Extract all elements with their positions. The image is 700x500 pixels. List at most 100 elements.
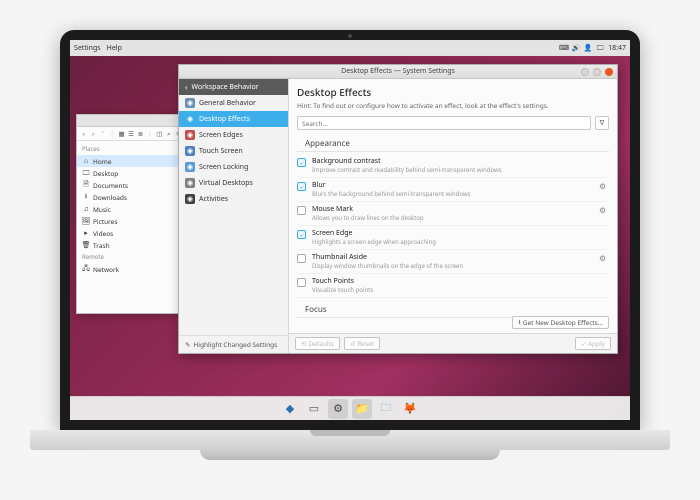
effect-description: Allows you to draw lines on the desktop — [312, 214, 593, 222]
effect-configure-icon[interactable]: ⚙ — [599, 181, 609, 192]
highlight-changed-toggle[interactable]: ✎ Highlight Changed Settings — [179, 335, 288, 353]
places-item-label: Music — [93, 205, 111, 214]
network-icon: 🖧 — [82, 265, 90, 273]
menu-settings[interactable]: Settings — [74, 44, 101, 53]
documents-icon: 🗎 — [82, 181, 90, 189]
download-icon: ⭳ — [518, 317, 520, 329]
settings-category[interactable]: ◉Activities — [179, 191, 288, 207]
effect-row: ✓BlurBlurs the background behind semi-tr… — [297, 178, 609, 202]
file-manager-titlebar[interactable] — [77, 115, 185, 127]
section-header: Focus — [297, 298, 609, 318]
reset-button[interactable]: ↺Reset — [344, 337, 380, 350]
file-manager-toolbar: ‹ › ˄ | ▦ ☰ ≣ | ◫ ⌕ ≡ — [77, 127, 185, 141]
user-icon[interactable]: 👤 — [584, 44, 592, 52]
effect-name: Blur — [312, 181, 593, 190]
search-input[interactable] — [297, 116, 591, 130]
compact-view-icon[interactable]: ☰ — [127, 129, 134, 138]
places-item-label: Documents — [93, 181, 128, 190]
category-label: Touch Screen — [199, 147, 243, 156]
icons-view-icon[interactable]: ▦ — [118, 129, 125, 138]
places-group-label: Places — [77, 143, 185, 155]
minimize-button[interactable] — [581, 68, 589, 76]
split-icon[interactable]: ◫ — [156, 129, 163, 138]
category-icon: ◉ — [185, 114, 195, 124]
settings-category[interactable]: ◉Screen Edges — [179, 127, 288, 143]
settings-titlebar[interactable]: Desktop Effects — System Settings — [179, 65, 617, 79]
places-item[interactable]: ⭳Downloads — [77, 191, 185, 203]
places-item[interactable]: 🗎Documents — [77, 179, 185, 191]
system-settings-window[interactable]: Desktop Effects — System Settings ‹ Work… — [178, 64, 618, 354]
category-label: Virtual Desktops — [199, 179, 253, 188]
places-item[interactable]: ♫Music — [77, 203, 185, 215]
places-item[interactable]: 🖧Network — [77, 263, 185, 275]
taskbar-firefox[interactable]: 🦊 — [400, 399, 420, 419]
app-launcher-icon[interactable]: ◆ — [280, 399, 300, 419]
settings-category[interactable]: ◉Touch Screen — [179, 143, 288, 159]
effect-configure-icon[interactable]: ⚙ — [599, 253, 609, 264]
settings-window-title: Desktop Effects — System Settings — [341, 67, 455, 76]
keyboard-icon[interactable]: ⌨ — [560, 44, 568, 52]
settings-category[interactable]: ◉Desktop Effects — [179, 111, 288, 127]
settings-category[interactable]: ◉Screen Locking — [179, 159, 288, 175]
effect-row: Touch PointsVisualize touch points — [297, 274, 609, 298]
places-item-label: Network — [93, 265, 119, 274]
places-group-label: Remote — [77, 251, 185, 263]
file-manager-window[interactable]: ‹ › ˄ | ▦ ☰ ≣ | ◫ ⌕ ≡ Places⌂Home🖵Deskto… — [76, 114, 186, 314]
places-item[interactable]: 🖵Desktop — [77, 167, 185, 179]
desktop-icon: 🖵 — [82, 169, 90, 177]
effect-configure-icon[interactable]: ⚙ — [599, 205, 609, 216]
back-to-workspace-button[interactable]: ‹ Workspace Behavior — [179, 79, 288, 95]
effect-checkbox[interactable] — [297, 254, 306, 263]
effect-name: Screen Edge — [312, 229, 593, 238]
top-menu-bar: Settings Help ⌨ 🔊 👤 🖵 18:47 — [70, 40, 630, 56]
display-icon[interactable]: 🖵 — [596, 44, 604, 52]
hint-text: Hint: To find out or configure how to ac… — [289, 101, 617, 114]
effect-description: Highlights a screen edge when approachin… — [312, 238, 593, 246]
menu-help[interactable]: Help — [107, 44, 122, 53]
settings-category[interactable]: ◉General Behavior — [179, 95, 288, 111]
apply-button[interactable]: ✓Apply — [575, 337, 611, 350]
places-item[interactable]: ▸Videos — [77, 227, 185, 239]
category-icon: ◉ — [185, 194, 195, 204]
places-item-label: Pictures — [93, 217, 117, 226]
effect-checkbox[interactable]: ✓ — [297, 158, 306, 167]
settings-category[interactable]: ◉Virtual Desktops — [179, 175, 288, 191]
filter-icon: ∇ — [600, 119, 605, 128]
pencil-icon: ✎ — [185, 340, 190, 349]
effect-name: Touch Points — [312, 277, 593, 286]
effect-name: Mouse Mark — [312, 205, 593, 214]
taskbar-show-desktop[interactable]: ▭ — [304, 399, 324, 419]
places-item[interactable]: 🖼Pictures — [77, 215, 185, 227]
details-view-icon[interactable]: ≣ — [137, 129, 144, 138]
effect-checkbox[interactable] — [297, 206, 306, 215]
category-label: Screen Locking — [199, 163, 248, 172]
up-icon[interactable]: ˄ — [99, 129, 106, 138]
effect-checkbox[interactable]: ✓ — [297, 182, 306, 191]
effect-checkbox[interactable] — [297, 278, 306, 287]
page-title: Desktop Effects — [289, 79, 617, 101]
check-icon: ✓ — [581, 339, 586, 348]
search-icon[interactable]: ⌕ — [165, 129, 172, 138]
clock[interactable]: 18:47 — [608, 44, 626, 53]
get-new-effects-button[interactable]: ⭳Get New Desktop Effects... — [512, 316, 609, 329]
defaults-button[interactable]: ⟲Defaults — [295, 337, 340, 350]
divider: | — [146, 129, 153, 138]
places-item[interactable]: ⌂Home — [77, 155, 185, 167]
effect-name: Background contrast — [312, 157, 593, 166]
maximize-button[interactable] — [593, 68, 601, 76]
pictures-icon: 🖼 — [82, 217, 90, 225]
places-item[interactable]: 🗑Trash — [77, 239, 185, 251]
taskbar-dolphin[interactable]: 📁 — [352, 399, 372, 419]
forward-icon[interactable]: › — [89, 129, 96, 138]
volume-icon[interactable]: 🔊 — [572, 44, 580, 52]
taskbar-files[interactable]: 🗀 — [376, 399, 396, 419]
videos-icon: ▸ — [82, 229, 90, 237]
filter-button[interactable]: ∇ — [595, 116, 609, 130]
music-icon: ♫ — [82, 205, 90, 213]
effect-checkbox[interactable]: ✓ — [297, 230, 306, 239]
taskbar-system-settings[interactable]: ⚙ — [328, 399, 348, 419]
places-item-label: Home — [93, 157, 112, 166]
close-button[interactable] — [605, 68, 613, 76]
back-icon[interactable]: ‹ — [80, 129, 87, 138]
places-item-label: Trash — [93, 241, 110, 250]
